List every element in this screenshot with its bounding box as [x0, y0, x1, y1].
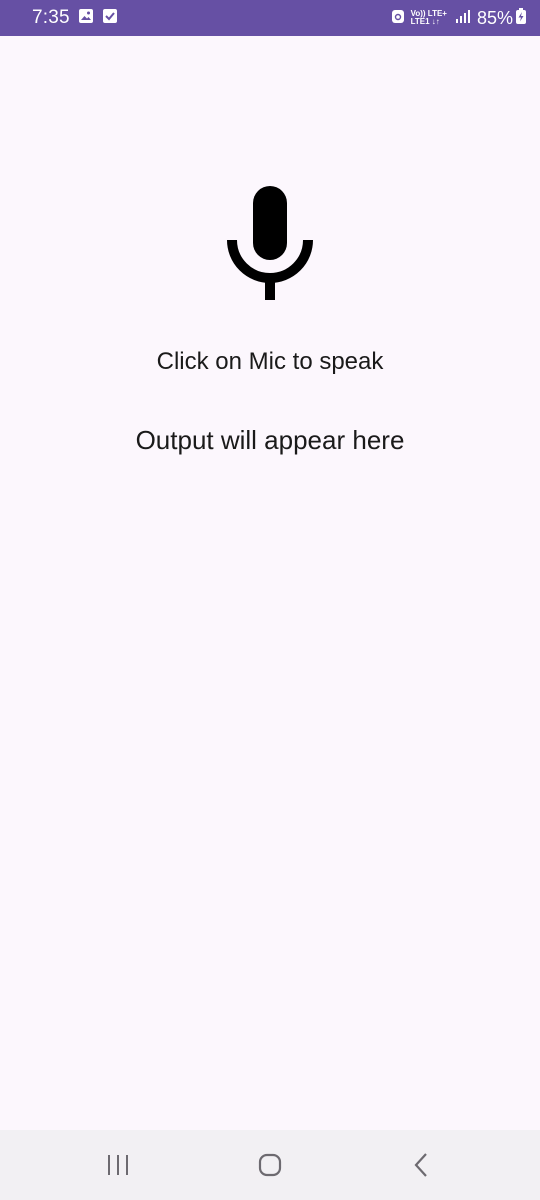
app-content: Click on Mic to speak Output will appear…	[0, 36, 540, 1130]
checkbox-notification-icon	[102, 8, 118, 29]
battery-percent: 85%	[476, 7, 513, 28]
status-bar: 7:35 Vo)) LTE+ LTE1 ↓↑ 85%	[0, 0, 540, 36]
microphone-icon[interactable]	[222, 186, 318, 306]
status-right: Vo)) LTE+ LTE1 ↓↑ 85%	[383, 7, 526, 29]
status-time: 7:35	[32, 7, 70, 28]
speak-prompt-text: Click on Mic to speak	[156, 348, 384, 375]
signal-icon	[455, 9, 471, 28]
battery-charging-icon	[516, 7, 526, 29]
status-left: 7:35	[32, 7, 118, 29]
back-icon[interactable]	[401, 1150, 441, 1180]
network-type: Vo)) LTE+ LTE1 ↓↑	[411, 10, 447, 26]
speech-output-text: Output will appear here	[135, 425, 405, 455]
gallery-notification-icon	[78, 8, 94, 29]
network-type-bottom: LTE1 ↓↑	[410, 17, 440, 26]
navigation-bar	[0, 1130, 540, 1200]
hotspot-icon	[391, 8, 405, 29]
home-icon[interactable]	[250, 1150, 290, 1180]
recents-icon[interactable]	[98, 1150, 138, 1180]
